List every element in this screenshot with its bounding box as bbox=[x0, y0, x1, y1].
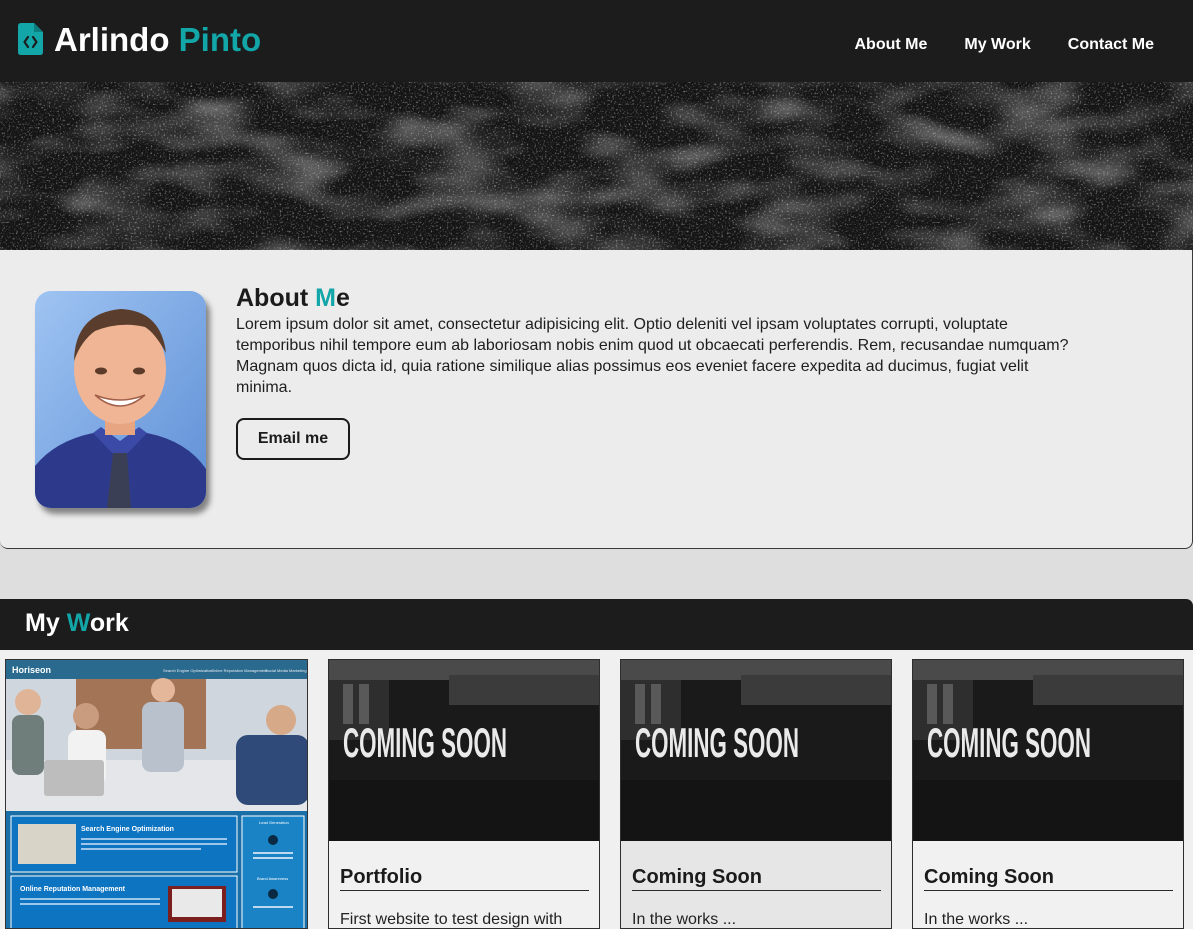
coming-soon-image: COMING SOON bbox=[329, 660, 599, 841]
work-heading: My Work bbox=[25, 608, 129, 638]
coming-soon-text: COMING SOON bbox=[635, 719, 799, 766]
horiseon-side-1: Lead Generation bbox=[259, 820, 289, 825]
coming-soon-text: COMING SOON bbox=[343, 719, 507, 766]
coming-soon-image: COMING SOON bbox=[621, 660, 891, 841]
site-title[interactable]: Arlindo Pinto bbox=[54, 20, 261, 60]
card-description: First website to test design with bbox=[340, 911, 563, 928]
nav-my-work[interactable]: My Work bbox=[964, 36, 1030, 54]
about-heading: About Me bbox=[236, 283, 350, 313]
file-code-icon bbox=[18, 23, 43, 55]
brand-first-name: Arlindo bbox=[54, 21, 170, 58]
work-section-header: My Work bbox=[0, 599, 1193, 650]
profile-photo bbox=[35, 291, 206, 508]
work-heading-end: ork bbox=[89, 609, 129, 637]
coming-soon-image: COMING SOON bbox=[913, 660, 1183, 841]
about-heading-accent: M bbox=[315, 284, 336, 312]
coming-soon-text: COMING SOON bbox=[927, 719, 1091, 766]
work-heading-start: My bbox=[25, 609, 67, 637]
horiseon-section-1: Search Engine Optimization bbox=[81, 826, 174, 833]
horiseon-section-2: Online Reputation Management bbox=[20, 886, 126, 893]
hero-texture-image bbox=[0, 82, 1193, 250]
about-paragraph: Lorem ipsum dolor sit amet, consectetur … bbox=[236, 316, 1069, 396]
about-heading-end: e bbox=[335, 284, 350, 312]
horiseon-side-2: Brand Awareness bbox=[257, 876, 288, 881]
card-description: In the works ... bbox=[632, 911, 737, 928]
hero-banner bbox=[0, 82, 1193, 250]
project-card-coming-soon-1[interactable]: COMING SOON Coming Soon In the works ... bbox=[620, 659, 892, 929]
about-heading-start: About bbox=[236, 284, 316, 312]
nav-about-me[interactable]: About Me bbox=[855, 36, 928, 54]
horiseon-nav-3: Social Media Marketing bbox=[265, 668, 307, 673]
horiseon-nav-2: Online Reputation Management bbox=[211, 668, 268, 673]
card-title: Portfolio bbox=[340, 865, 589, 891]
card-title: Coming Soon bbox=[924, 865, 1173, 891]
about-section: About Me Lorem ipsum dolor sit amet, con… bbox=[0, 250, 1193, 549]
horiseon-nav-1: Search Engine Optimization bbox=[163, 668, 213, 673]
brand-last-name: Pinto bbox=[178, 21, 262, 58]
work-heading-accent: W bbox=[66, 609, 90, 637]
card-description: In the works ... bbox=[924, 911, 1029, 928]
card-title: Coming Soon bbox=[632, 865, 881, 891]
nav-contact-me[interactable]: Contact Me bbox=[1068, 36, 1154, 54]
main-nav: About Me My Work Contact Me bbox=[855, 36, 1155, 54]
project-horiseon-screenshot[interactable]: Horiseon Search Engine Optimization Onli… bbox=[5, 659, 308, 929]
project-card-coming-soon-2[interactable]: COMING SOON Coming Soon In the works ... bbox=[912, 659, 1184, 929]
site-header: Arlindo Pinto About Me My Work Contact M… bbox=[0, 0, 1193, 82]
project-card-portfolio[interactable]: COMING SOON Portfolio First website to t… bbox=[328, 659, 600, 929]
horiseon-site-name: Horiseon bbox=[12, 665, 51, 675]
email-me-button[interactable]: Email me bbox=[236, 418, 350, 460]
